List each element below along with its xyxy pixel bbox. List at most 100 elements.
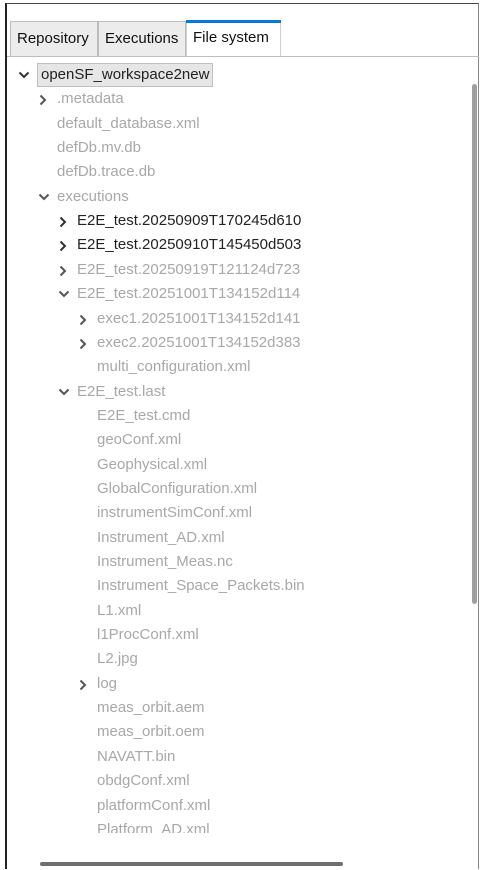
tree-item[interactable]: E2E_test.20250910T145450d503 [57, 233, 301, 257]
tree-item-label: meas_orbit.aem [97, 699, 205, 717]
tree-item[interactable]: platformConf.xml [77, 794, 210, 818]
tree-item[interactable]: defDb.mv.db [37, 136, 141, 160]
vertical-scrollbar[interactable] [472, 84, 477, 604]
tree-item-label: exec1.20251001T134152d141 [97, 309, 301, 327]
tree-item[interactable]: .metadata [37, 87, 124, 111]
file-system-panel: Repository Executions File system openSF… [5, 3, 479, 869]
file-tree: openSF_workspace2new .metadata default_dat… [7, 63, 467, 833]
tree-item[interactable]: L1.xml [77, 599, 141, 623]
chevron-down-icon[interactable] [57, 282, 71, 306]
tree-item-label: E2E_test.last [77, 382, 166, 400]
tree-item[interactable]: instrumentSimConf.xml [77, 501, 252, 525]
tree-item[interactable]: exec2.20251001T134152d383 [77, 331, 301, 355]
tree-item[interactable]: geoConf.xml [77, 428, 181, 452]
tab-repository[interactable]: Repository [10, 21, 98, 56]
tree-item-label: log [97, 674, 118, 692]
tree-item[interactable]: E2E_test.cmd [77, 404, 190, 428]
tree-item-label: meas_orbit.oem [97, 723, 205, 741]
tree-item-label: multi_configuration.xml [97, 358, 251, 376]
tree-item[interactable]: obdgConf.xml [77, 769, 190, 793]
chevron-right-icon[interactable] [37, 87, 51, 111]
tree-item[interactable]: Platform_AD.xml [77, 818, 210, 833]
tree-item[interactable]: GlobalConfiguration.xml [77, 477, 257, 501]
chevron-right-icon[interactable] [77, 307, 91, 331]
chevron-right-icon[interactable] [57, 209, 71, 233]
tree-item-label: .metadata [57, 90, 124, 108]
tree-item-label: executions [57, 187, 129, 205]
tree-item-label: L1.xml [97, 601, 142, 619]
chevron-down-icon[interactable] [57, 380, 71, 404]
horizontal-scrollbar[interactable] [40, 862, 343, 866]
tree-item[interactable]: default_database.xml [37, 112, 200, 136]
tree-item[interactable]: Instrument_Meas.nc [77, 550, 233, 574]
tab-file-system[interactable]: File system [186, 20, 281, 57]
tree-item[interactable]: E2E_test.last [57, 380, 165, 404]
tree-item[interactable]: Geophysical.xml [77, 453, 207, 477]
tree-item[interactable]: Instrument_AD.xml [77, 526, 225, 550]
tree-item-label: exec2.20251001T134152d383 [97, 333, 301, 351]
tree-item-label: instrumentSimConf.xml [97, 504, 253, 522]
chevron-down-icon[interactable] [17, 63, 31, 87]
tree-item[interactable]: meas_orbit.oem [77, 720, 205, 744]
tree-item[interactable]: executions [37, 185, 129, 209]
tree-item-label: openSF_workspace2new [37, 63, 214, 87]
tree-item[interactable]: NAVATT.bin [77, 745, 175, 769]
tree-item[interactable]: l1ProcConf.xml [77, 623, 199, 647]
tree-item[interactable]: openSF_workspace2new [17, 63, 214, 87]
tree-item[interactable]: E2E_test.20251001T134152d114 [57, 282, 300, 306]
tree-item-label: E2E_test.20250919T121124d723 [77, 260, 301, 278]
tree-item[interactable]: exec1.20251001T134152d141 [77, 307, 301, 331]
tree-item-label: platformConf.xml [97, 796, 211, 814]
tree-item-label: defDb.trace.db [57, 163, 156, 181]
tree-item-label: Instrument_AD.xml [97, 528, 225, 546]
chevron-right-icon[interactable] [77, 672, 91, 696]
tree-item-label: Instrument_Meas.nc [97, 553, 233, 570]
tree-item[interactable]: E2E_test.20250909T170245d610 [57, 209, 301, 233]
tree-item[interactable]: Instrument_Space_Packets.bin [77, 574, 305, 598]
chevron-right-icon[interactable] [57, 258, 71, 282]
tree-item[interactable]: multi_configuration.xml [77, 355, 250, 379]
chevron-down-icon[interactable] [37, 185, 51, 209]
tree-item[interactable]: E2E_test.20250919T121124d723 [57, 258, 300, 282]
tab-executions[interactable]: Executions [98, 21, 186, 56]
tree-item[interactable]: L2.jpg [77, 647, 138, 671]
tree-item[interactable]: meas_orbit.aem [77, 696, 205, 720]
tab-bar: Repository Executions File system [7, 20, 479, 57]
tree-item-label: Instrument_Space_Packets.bin [97, 577, 305, 595]
tree-item-label: obdgConf.xml [97, 772, 190, 790]
tree-item-label: defDb.mv.db [57, 139, 141, 157]
chevron-right-icon[interactable] [57, 233, 71, 257]
tree-item-label: default_database.xml [57, 114, 200, 132]
tab-divider [7, 56, 479, 57]
tree-item-label: L2.jpg [97, 650, 138, 668]
tree-item-label: l1ProcConf.xml [97, 626, 199, 644]
tree-item-label: Platform_AD.xml [97, 820, 210, 833]
tree-item-label: GlobalConfiguration.xml [97, 479, 258, 497]
tree-item-label: NAVATT.bin [97, 747, 176, 765]
tree-item-label: E2E_test.cmd [97, 406, 191, 424]
tree-item-label: E2E_test.20250910T145450d503 [77, 236, 302, 254]
tree-item[interactable]: defDb.trace.db [37, 160, 155, 184]
chevron-right-icon[interactable] [77, 331, 91, 355]
tree-item[interactable]: log [77, 672, 117, 696]
